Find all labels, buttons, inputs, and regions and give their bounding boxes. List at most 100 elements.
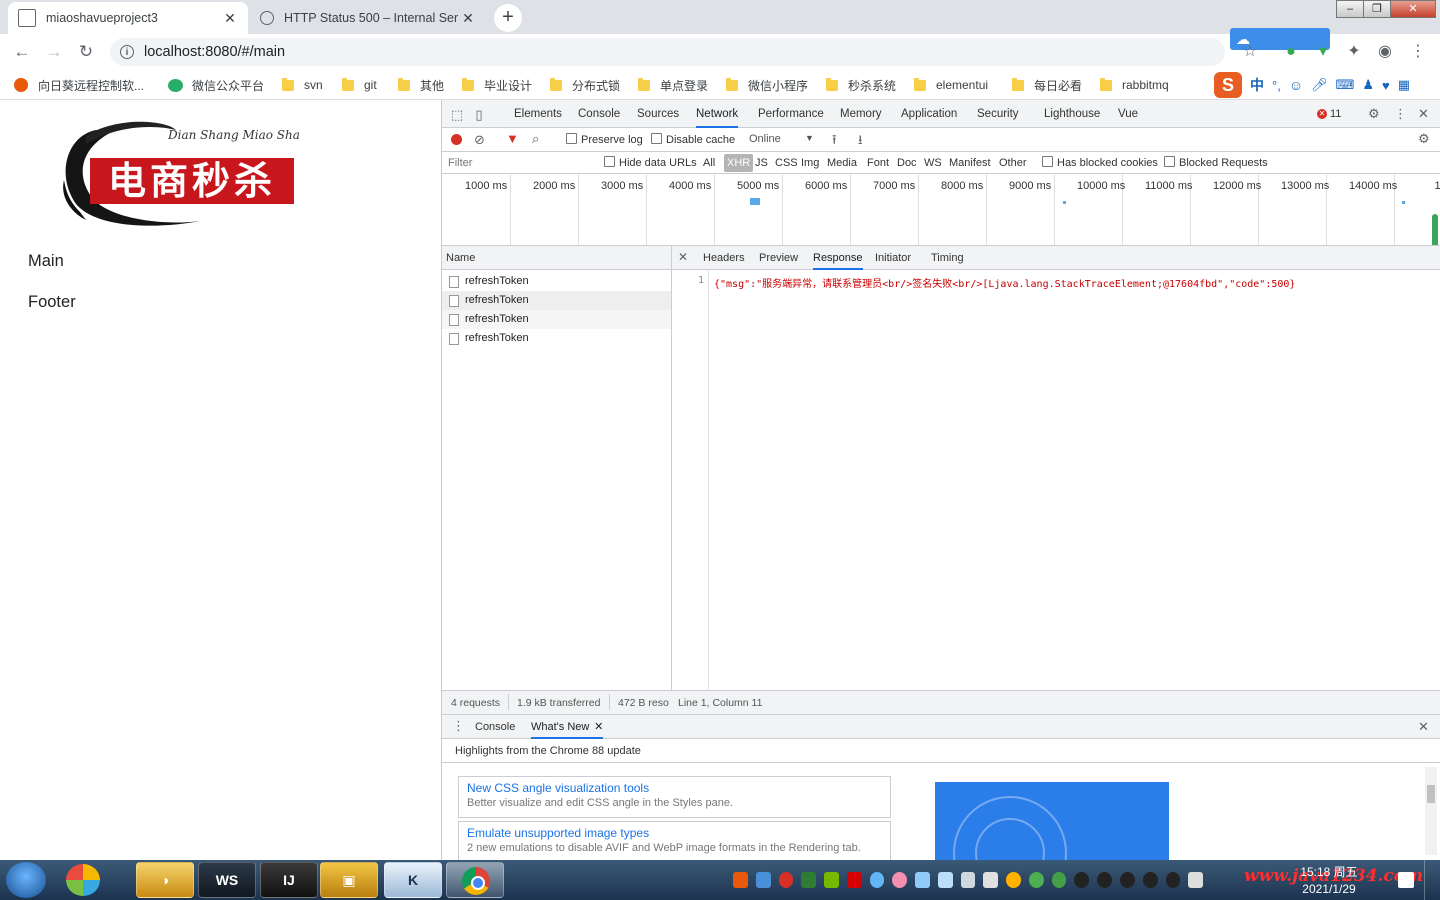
tray-s-icon[interactable] bbox=[846, 872, 862, 888]
error-counter[interactable]: ✕ 11 bbox=[1317, 106, 1341, 122]
preserve-log-checkbox[interactable]: Preserve log bbox=[566, 133, 643, 146]
tray-display-icon[interactable] bbox=[960, 872, 976, 888]
notification-icon[interactable] bbox=[1398, 872, 1414, 888]
bookmark-folder[interactable]: 秒杀系统 bbox=[826, 77, 896, 93]
details-tab-timing[interactable]: Timing bbox=[931, 246, 964, 270]
close-details-icon[interactable]: ✕ bbox=[678, 250, 688, 264]
details-tab-initiator[interactable]: Initiator bbox=[875, 246, 911, 270]
inspect-element-icon[interactable]: ⬚ bbox=[450, 107, 464, 122]
request-row[interactable]: refreshToken bbox=[442, 310, 671, 329]
app-launcher-icon[interactable] bbox=[66, 864, 100, 896]
scrollbar-thumb[interactable] bbox=[1427, 785, 1435, 803]
request-row[interactable]: refreshToken bbox=[442, 272, 671, 291]
tray-sogou-icon[interactable] bbox=[733, 872, 748, 888]
request-row[interactable]: refreshToken bbox=[442, 329, 671, 348]
tray-window-icon[interactable] bbox=[915, 872, 930, 888]
devtools-menu-icon[interactable]: ⋮ bbox=[1394, 106, 1407, 122]
import-har-icon[interactable]: ⭱ bbox=[832, 131, 837, 153]
tray-clock-icon[interactable] bbox=[1006, 872, 1021, 888]
ime-user-icon[interactable]: ♟ bbox=[1362, 77, 1374, 93]
timeline-overview[interactable]: 1000 ms 2000 ms 3000 ms 4000 ms 5000 ms 6000 … bbox=[442, 174, 1440, 246]
nav-link-main[interactable]: Main bbox=[28, 252, 64, 271]
details-tab-headers[interactable]: Headers bbox=[703, 246, 745, 270]
tab-miaoshavueproject3[interactable]: miaoshavueproject3 ✕ bbox=[8, 2, 248, 34]
tray-doc-icon[interactable] bbox=[983, 872, 999, 888]
show-desktop-button[interactable] bbox=[1424, 860, 1440, 900]
type-filter-font[interactable]: Font bbox=[864, 154, 892, 172]
ime-tools-icon[interactable]: ▦ bbox=[1398, 77, 1410, 93]
close-tab-icon[interactable]: ✕ bbox=[594, 715, 603, 739]
taskbar-app-webstorm[interactable]: WS bbox=[198, 862, 256, 898]
tray-huawei-icon[interactable] bbox=[778, 872, 794, 888]
close-window-button[interactable]: ✕ bbox=[1390, 0, 1436, 18]
taskbar-app-kali[interactable]: K bbox=[384, 862, 442, 898]
minimize-button[interactable]: ‒ bbox=[1336, 0, 1364, 18]
details-tab-preview[interactable]: Preview bbox=[759, 246, 798, 270]
type-filter-doc[interactable]: Doc bbox=[894, 154, 920, 172]
close-tab-icon[interactable]: ✕ bbox=[222, 10, 238, 27]
tray-qq-icon[interactable] bbox=[1097, 872, 1113, 888]
has-blocked-cookies-checkbox[interactable]: Has blocked cookies bbox=[1042, 156, 1158, 169]
requests-name-header[interactable]: Name bbox=[442, 246, 671, 270]
network-settings-icon[interactable]: ⚙ bbox=[1418, 131, 1430, 147]
tray-nvidia-icon[interactable] bbox=[824, 872, 839, 888]
tab-application[interactable]: Application bbox=[901, 100, 957, 128]
response-body[interactable]: {"msg":"服务端异常，请联系管理员<br/>签名失败<br/>[Ljava… bbox=[714, 275, 1295, 290]
tab-security[interactable]: Security bbox=[977, 100, 1019, 128]
type-filter-ws[interactable]: WS bbox=[921, 154, 945, 172]
back-button[interactable]: ← bbox=[10, 40, 34, 64]
blocked-requests-checkbox[interactable]: Blocked Requests bbox=[1164, 156, 1268, 169]
clock[interactable]: 15:18 周五 2021/1/29 bbox=[1296, 863, 1362, 896]
tray-qq-icon[interactable] bbox=[1165, 872, 1181, 888]
throttling-select[interactable]: Online ▼ bbox=[749, 133, 815, 145]
settings-gear-icon[interactable]: ⚙ bbox=[1368, 106, 1380, 122]
record-icon[interactable] bbox=[451, 134, 462, 145]
bookmark-folder[interactable]: git bbox=[342, 77, 377, 93]
tab-vue[interactable]: Vue bbox=[1118, 100, 1138, 128]
bookmark-folder[interactable]: 单点登录 bbox=[638, 77, 708, 93]
filter-input[interactable] bbox=[446, 154, 595, 172]
address-bar[interactable]: i localhost:8080/#/main bbox=[110, 38, 1225, 66]
bookmark-item[interactable]: 向日葵远程控制软... bbox=[14, 77, 144, 93]
type-filter-other[interactable]: Other bbox=[996, 154, 1030, 172]
browser-menu-icon[interactable]: ⋮ bbox=[1408, 42, 1428, 62]
request-row-selected[interactable]: refreshToken bbox=[442, 291, 671, 310]
reload-button[interactable]: ↻ bbox=[74, 40, 98, 64]
disable-cache-checkbox[interactable]: Disable cache bbox=[651, 133, 735, 146]
tray-globe-icon[interactable] bbox=[869, 872, 885, 888]
tray-volume-icon[interactable] bbox=[1188, 872, 1204, 888]
taskbar-app-snipping[interactable]: ◑ bbox=[136, 862, 194, 898]
extension-check-icon[interactable]: ● bbox=[1281, 42, 1301, 62]
bookmark-folder[interactable]: 分布式锁 bbox=[550, 77, 620, 93]
ime-voice-icon[interactable]: 🎤︎ bbox=[1311, 77, 1328, 93]
clear-icon[interactable]: ⊘ bbox=[474, 132, 485, 148]
tray-shield-icon[interactable] bbox=[801, 872, 817, 888]
type-filter-manifest[interactable]: Manifest bbox=[946, 154, 994, 172]
ime-emoji-icon[interactable]: ☺ bbox=[1289, 77, 1303, 93]
bookmark-item[interactable]: 微信公众平台 bbox=[168, 77, 264, 93]
bookmark-folder[interactable]: rabbitmq bbox=[1100, 77, 1169, 93]
ime-skin-icon[interactable]: ♥ bbox=[1382, 78, 1390, 93]
tray-qq-icon[interactable] bbox=[1142, 872, 1158, 888]
start-button[interactable] bbox=[6, 862, 46, 898]
type-filter-xhr[interactable]: XHR bbox=[724, 154, 754, 172]
drawer-menu-icon[interactable]: ⋮ bbox=[452, 718, 465, 734]
taskbar-app-explorer[interactable]: ▣ bbox=[320, 862, 378, 898]
details-tab-response[interactable]: Response bbox=[813, 246, 863, 270]
search-icon[interactable]: ⌕ bbox=[532, 131, 539, 147]
close-tab-icon[interactable]: ✕ bbox=[460, 10, 476, 27]
ime-keyboard-icon[interactable]: ⌨ bbox=[1336, 77, 1355, 93]
forward-button[interactable]: → bbox=[42, 40, 66, 64]
type-filter-js[interactable]: JS bbox=[752, 154, 771, 172]
tab-http-status-500[interactable]: HTTP Status 500 – Internal Ser ✕ bbox=[250, 2, 486, 34]
tray-flower-icon[interactable] bbox=[892, 872, 908, 888]
tab-network[interactable]: Network bbox=[696, 100, 739, 128]
drawer-scrollbar[interactable] bbox=[1425, 767, 1437, 855]
tray-qq-icon[interactable] bbox=[1074, 872, 1090, 888]
bookmark-star-icon[interactable]: ☆ bbox=[1240, 42, 1260, 62]
sogou-ime-icon[interactable]: S bbox=[1214, 72, 1242, 98]
type-filter-css[interactable]: CSS bbox=[772, 154, 801, 172]
tab-sources[interactable]: Sources bbox=[637, 100, 679, 128]
bookmark-folder[interactable]: 微信小程序 bbox=[726, 77, 808, 93]
bookmark-folder[interactable]: svn bbox=[282, 77, 323, 93]
